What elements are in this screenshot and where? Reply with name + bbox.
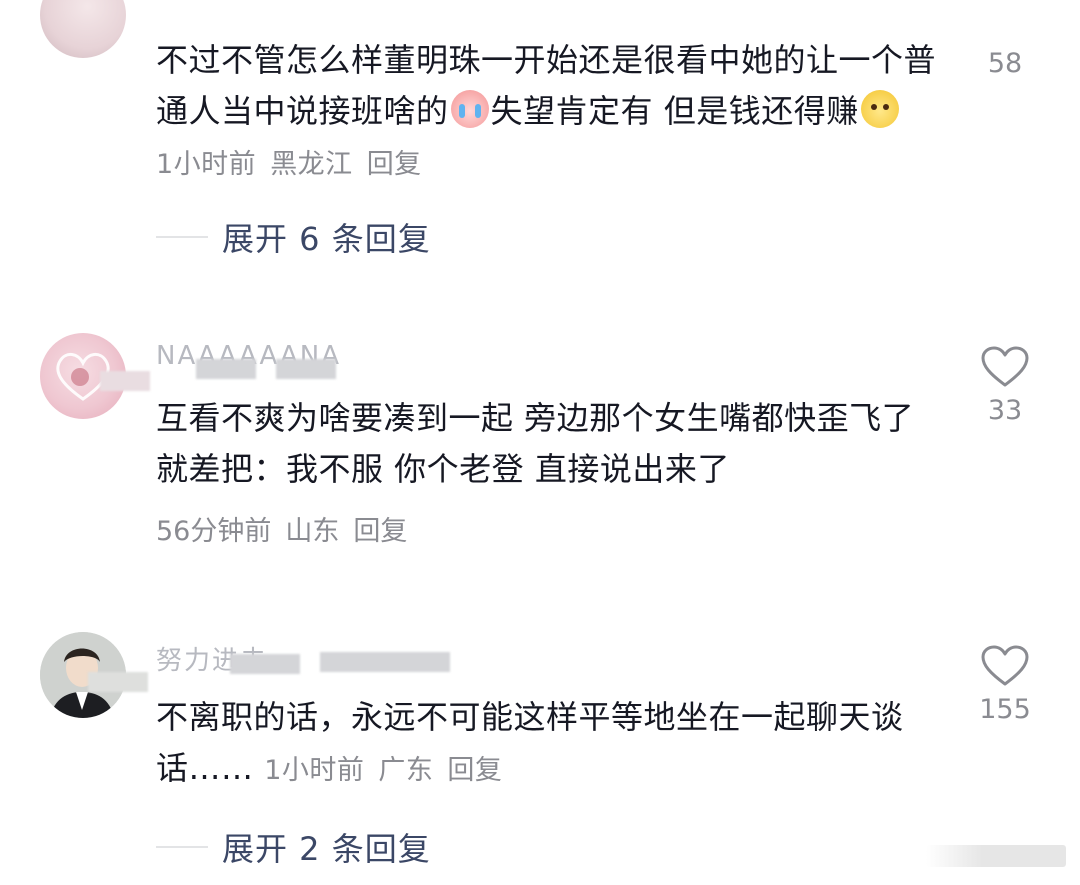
heart-icon: [981, 645, 1029, 686]
comment-text-part: 失望肯定有 但是钱还得赚: [490, 92, 859, 130]
expand-replies-label: 展开 2 条回复: [222, 830, 431, 868]
like-button[interactable]: 155: [970, 644, 1040, 725]
blurred-username-segment: [276, 359, 336, 379]
divider: [156, 846, 208, 848]
like-button[interactable]: 33: [970, 345, 1040, 426]
like-count: 155: [979, 694, 1031, 725]
money-emoji-icon: [860, 90, 899, 128]
comment-time: 1小时前: [156, 149, 257, 180]
blurred-username-segment: [230, 654, 300, 674]
blurred-username-segment: [88, 672, 148, 692]
comment-meta: 56分钟前 山东 回复: [156, 509, 421, 548]
comment-time: 56分钟前: [156, 516, 272, 547]
reply-button[interactable]: 回复: [367, 149, 422, 180]
avatar[interactable]: [40, 0, 126, 58]
heart-icon: [981, 346, 1029, 387]
comment-text: 互看不爽为啥要凑到一起 旁边那个女生嘴都快歪飞了 就差把：我不服 你个老登 直接…: [156, 399, 915, 488]
blurred-username-segment: [100, 371, 150, 391]
comment-time: 1小时前: [264, 755, 365, 786]
like-count: 33: [987, 395, 1023, 426]
comment-meta: 1小时前 广东 回复: [264, 755, 516, 786]
divider: [156, 236, 208, 238]
expand-replies-button[interactable]: 展开 2 条回复: [156, 824, 431, 870]
watermark: [926, 845, 1066, 867]
comment-location: 黑龙江: [270, 149, 353, 180]
comment-text: 不过不管怎么样董明珠一开始还是很看中她的让一个普通人当中说接班啥的 失望肯定有 但…: [156, 35, 946, 190]
like-group: 58: [970, 42, 1040, 79]
expand-replies-label: 展开 6 条回复: [222, 220, 431, 258]
comment-location: 广东: [378, 755, 434, 786]
comment-meta: 1小时前 黑龙江 回复: [156, 149, 436, 180]
blurred-username-segment: [196, 359, 256, 379]
comment-location: 山东: [285, 516, 340, 547]
blurred-username-segment: [320, 652, 450, 672]
like-count: 58: [987, 48, 1023, 79]
reply-button[interactable]: 回复: [353, 516, 407, 547]
comment-text: 不离职的话，永远不可能这样平等地坐在一起聊天谈话…… 1小时前 广东 回复: [156, 692, 926, 796]
expand-replies-button[interactable]: 展开 6 条回复: [156, 214, 431, 260]
cry-emoji-icon: [450, 90, 489, 128]
reply-button[interactable]: 回复: [447, 755, 502, 786]
